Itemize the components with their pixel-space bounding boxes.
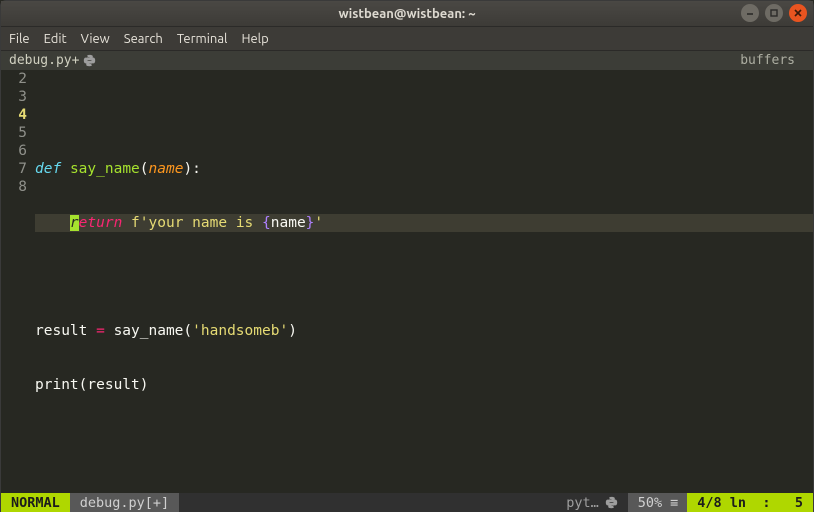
line-number-current: 4: [1, 106, 27, 124]
code-line: result = say_name('handsomeb'): [35, 322, 813, 340]
status-position: 4/8 ln : 5: [687, 493, 813, 512]
code-editor[interactable]: 2 3 4 5 6 7 8 def say_name(name): return…: [1, 70, 813, 493]
line-number: 2: [1, 70, 27, 88]
status-line: NORMAL debug.py[+] pyt… 50% ≡ 4/8 ln : 5: [1, 493, 813, 512]
menu-bar: File Edit View Search Terminal Help: [1, 27, 813, 51]
status-percent: 50% ≡: [628, 493, 688, 512]
menu-file[interactable]: File: [9, 32, 30, 46]
line-number: 6: [1, 142, 27, 160]
line-number: 5: [1, 124, 27, 142]
status-mode: NORMAL: [1, 493, 70, 512]
menu-search[interactable]: Search: [124, 32, 163, 46]
python-icon: [605, 496, 618, 509]
line-number: 7: [1, 160, 27, 178]
code-line: [35, 268, 813, 286]
code-line: [35, 430, 813, 448]
buffer-right-label: buffers: [740, 53, 813, 68]
window-titlebar: wistbean@wistbean: ~: [1, 1, 813, 27]
line-number: 8: [1, 178, 27, 196]
status-filename: debug.py[+]: [70, 493, 179, 512]
code-area[interactable]: def say_name(name): return f'your name i…: [35, 70, 813, 493]
line-number-gutter: 2 3 4 5 6 7 8: [1, 70, 35, 493]
menu-edit[interactable]: Edit: [44, 32, 67, 46]
buffer-line: debug.py+ buffers: [1, 51, 813, 70]
status-filetype: pyt…: [556, 493, 628, 512]
code-line: print(result): [35, 376, 813, 394]
window-title: wistbean@wistbean: ~: [338, 7, 475, 21]
menu-terminal[interactable]: Terminal: [177, 32, 228, 46]
minimize-button[interactable]: [741, 4, 759, 22]
code-line-current: return f'your name is {name}': [35, 214, 813, 232]
python-icon: [83, 54, 96, 67]
code-line: def say_name(name):: [35, 160, 813, 178]
code-line: [35, 106, 813, 124]
line-number: 3: [1, 88, 27, 106]
cursor: r: [70, 215, 79, 231]
menu-help[interactable]: Help: [241, 32, 268, 46]
hamburger-icon: ≡: [670, 495, 677, 511]
window-controls: [741, 4, 807, 22]
buffer-tab-label: debug.py+: [9, 53, 79, 68]
close-button[interactable]: [789, 4, 807, 22]
menu-view[interactable]: View: [81, 32, 110, 46]
maximize-button[interactable]: [765, 4, 783, 22]
status-fill: [179, 493, 556, 512]
buffer-tab[interactable]: debug.py+: [1, 52, 104, 69]
